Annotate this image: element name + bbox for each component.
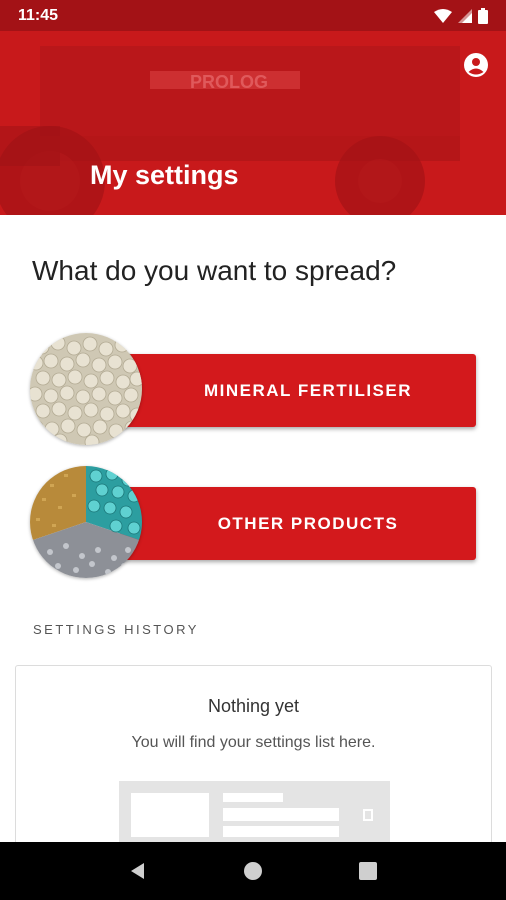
- svg-text:PROLOG: PROLOG: [190, 72, 268, 92]
- placeholder-delete-icon: [363, 809, 373, 821]
- home-button[interactable]: [233, 851, 273, 891]
- placeholder-line: [223, 808, 339, 821]
- status-bar: 11:45: [0, 0, 506, 31]
- mineral-fertiliser-button[interactable]: MINERAL FERTILISER: [120, 354, 476, 427]
- empty-state-description: You will find your settings list here.: [131, 734, 376, 751]
- back-icon: [130, 863, 144, 879]
- placeholder-thumbnail: [131, 793, 209, 837]
- home-icon: [243, 862, 262, 880]
- empty-state-illustration: [119, 781, 390, 842]
- mineral-fertiliser-option[interactable]: MINERAL FERTILISER: [30, 333, 476, 445]
- tractor-background-image: PROLOG: [0, 31, 506, 215]
- settings-history-card: Nothing yet You will find your settings …: [15, 665, 492, 842]
- back-button[interactable]: [118, 851, 158, 891]
- recents-button[interactable]: [348, 851, 388, 891]
- page-title: My settings: [90, 160, 239, 190]
- signal-icon: [458, 8, 472, 23]
- battery-icon: [478, 7, 488, 24]
- app-header: PROLOG My settings: [0, 31, 506, 215]
- fertiliser-granules-image: [30, 333, 142, 445]
- status-icons: [434, 7, 488, 24]
- system-nav-bar: [0, 842, 506, 900]
- other-products-button[interactable]: OTHER PRODUCTS: [120, 487, 476, 560]
- spread-question: What do you want to spread?: [32, 255, 397, 286]
- other-products-label: OTHER PRODUCTS: [217, 513, 399, 533]
- other-products-option[interactable]: OTHER PRODUCTS: [30, 466, 476, 578]
- account-button[interactable]: [462, 51, 490, 79]
- status-time: 11:45: [18, 6, 59, 24]
- mineral-fertiliser-label: MINERAL FERTILISER: [203, 380, 413, 400]
- other-products-image: [30, 466, 142, 578]
- empty-state-title: Nothing yet: [207, 696, 300, 716]
- wifi-icon: [434, 8, 452, 23]
- recents-icon: [359, 862, 378, 880]
- settings-history-heading: SETTINGS HISTORY: [33, 622, 199, 637]
- main-content: What do you want to spread? MINERAL FERT…: [0, 215, 506, 842]
- account-circle-icon: [464, 53, 488, 77]
- placeholder-line: [223, 793, 283, 802]
- placeholder-line: [223, 826, 339, 837]
